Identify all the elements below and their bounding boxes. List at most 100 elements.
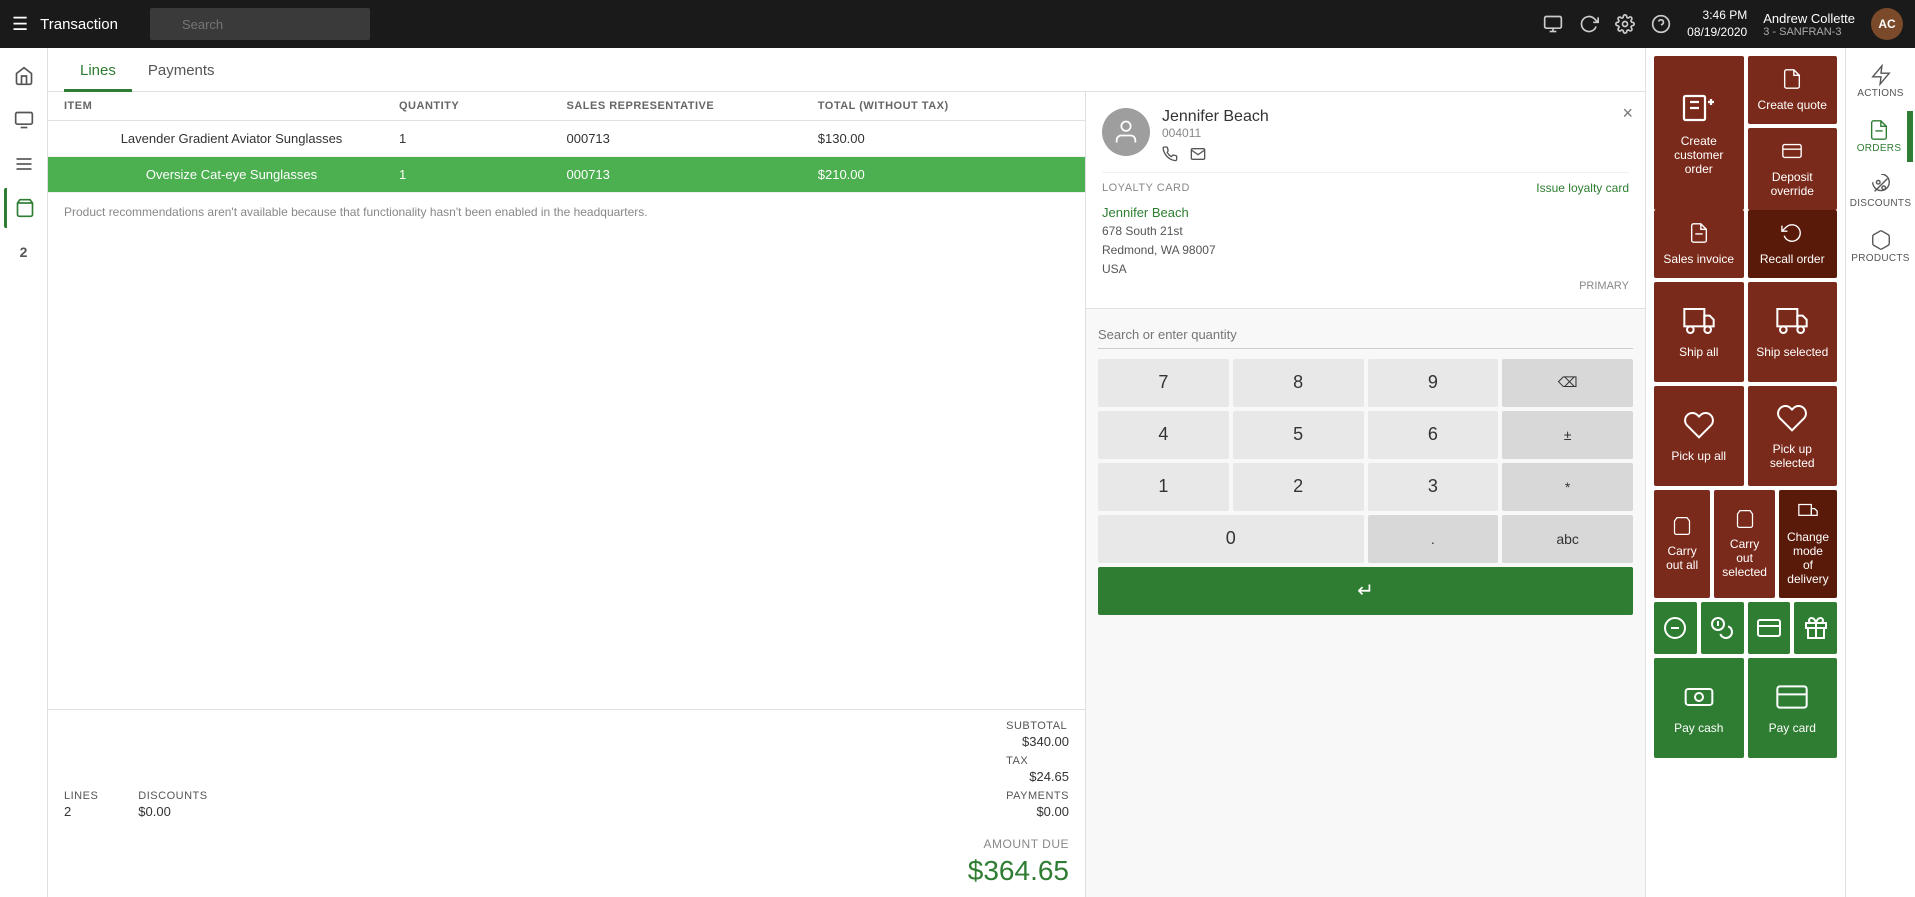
- multiply-btn[interactable]: *: [1502, 463, 1633, 511]
- payment-icon-3[interactable]: [1748, 602, 1791, 654]
- gift-icon: [1804, 616, 1828, 640]
- sidebar-transaction[interactable]: [4, 188, 44, 228]
- orders-icon-item[interactable]: ORDERS: [1849, 111, 1913, 162]
- lines-area: ITEM QUANTITY SALES REPRESENTATIVE TOTAL…: [48, 92, 1645, 897]
- change-mode-delivery-tile[interactable]: Change mode of delivery: [1779, 490, 1837, 598]
- topbar-user: Andrew Collette 3 - SANFRAN-3: [1763, 11, 1855, 38]
- customer-card: × Jennifer Beach 004011: [1086, 92, 1645, 309]
- pick-up-selected-tile[interactable]: Pick up selected: [1748, 386, 1838, 486]
- table-row[interactable]: Oversize Cat-eye Sunglasses 1 000713 $21…: [48, 157, 1085, 193]
- actions-icon-item[interactable]: ACTIONS: [1849, 56, 1913, 107]
- customer-detail: Jennifer Beach 678 South 21st Redmond, W…: [1102, 195, 1629, 292]
- tab-payments[interactable]: Payments: [132, 52, 231, 92]
- num-7-btn[interactable]: 7: [1098, 359, 1229, 407]
- summary-bottom: LINES 2 DISCOUNTS $0.00 SUBTOTAL $: [64, 720, 1069, 819]
- item-rep: 000713: [567, 131, 818, 146]
- app-title: Transaction: [40, 16, 118, 33]
- topbar-icons: 3:46 PM 08/19/2020 Andrew Collette 3 - S…: [1543, 7, 1903, 41]
- ship-selected-icon: [1776, 305, 1808, 337]
- col-rep: SALES REPRESENTATIVE: [567, 100, 818, 112]
- paycard-icon: [1776, 681, 1808, 713]
- subtotal-pair: SUBTOTAL $340.00 TAX $24.65 PAYMENTS $0.…: [1006, 720, 1069, 819]
- sales-invoice-tile[interactable]: Sales invoice: [1654, 210, 1744, 278]
- summary-left: LINES 2 DISCOUNTS $0.00: [64, 790, 208, 819]
- item-name: Lavender Gradient Aviator Sunglasses: [64, 131, 399, 146]
- sidebar-items[interactable]: [4, 100, 44, 140]
- recall-icon: [1781, 222, 1803, 244]
- create-customer-order-tile[interactable]: Create customer order: [1654, 56, 1744, 210]
- sidebar-home[interactable]: [4, 56, 44, 96]
- num-0-btn[interactable]: 0: [1098, 515, 1364, 563]
- backspace-btn[interactable]: ⌫: [1502, 359, 1633, 407]
- lines-section: ITEM QUANTITY SALES REPRESENTATIVE TOTAL…: [48, 92, 1085, 897]
- deposit-override-tile[interactable]: Deposit override: [1748, 128, 1838, 210]
- action-tiles: Create customer order Create quote Depos…: [1646, 48, 1845, 897]
- pick-up-all-tile[interactable]: Pick up all: [1654, 386, 1744, 486]
- customer-order-icon: [1681, 90, 1717, 126]
- search-input[interactable]: [150, 8, 370, 40]
- loyalty-row: LOYALTY CARD Issue loyalty card: [1102, 172, 1629, 195]
- discounts-icon: [1870, 174, 1892, 196]
- num-5-btn[interactable]: 5: [1233, 411, 1364, 459]
- issue-loyalty-btn[interactable]: Issue loyalty card: [1536, 181, 1629, 195]
- item-quantity: 1: [399, 131, 567, 146]
- email-icon[interactable]: [1190, 146, 1206, 162]
- decimal-btn[interactable]: .: [1368, 515, 1499, 563]
- pay-card-tile[interactable]: Pay card: [1748, 658, 1838, 758]
- pay-cash-tile[interactable]: Pay cash: [1654, 658, 1744, 758]
- carryout-selected-icon: [1735, 509, 1755, 529]
- close-customer-btn[interactable]: ×: [1622, 104, 1633, 122]
- payment-icon-2[interactable]: [1701, 602, 1744, 654]
- customer-avatar: [1102, 108, 1150, 156]
- primary-badge: PRIMARY: [1102, 280, 1629, 292]
- numpad-grid: 7 8 9 ⌫ 4 5 6 ± 1 2 3 *: [1098, 359, 1633, 615]
- table-header: ITEM QUANTITY SALES REPRESENTATIVE TOTAL…: [48, 92, 1085, 121]
- numpad-search-input[interactable]: [1098, 321, 1633, 349]
- create-quote-tile[interactable]: Create quote: [1748, 56, 1838, 124]
- carry-out-selected-tile[interactable]: Carry out selected: [1714, 490, 1775, 598]
- num-6-btn[interactable]: 6: [1368, 411, 1499, 459]
- plusminus-btn[interactable]: ±: [1502, 411, 1633, 459]
- ship-all-tile[interactable]: Ship all: [1654, 282, 1744, 382]
- num-4-btn[interactable]: 4: [1098, 411, 1229, 459]
- amount-due: AMOUNT DUE $364.65: [64, 823, 1069, 887]
- tab-lines[interactable]: Lines: [64, 52, 132, 92]
- num-3-btn[interactable]: 3: [1368, 463, 1499, 511]
- customer-name-link[interactable]: Jennifer Beach: [1102, 205, 1629, 220]
- deposit-icon: [1781, 140, 1803, 162]
- recall-order-tile[interactable]: Recall order: [1748, 210, 1838, 278]
- refresh-icon[interactable]: [1579, 14, 1599, 34]
- hamburger-menu[interactable]: ☰: [12, 14, 28, 35]
- sidebar-menu[interactable]: [4, 144, 44, 184]
- enter-btn[interactable]: ↵: [1098, 567, 1633, 615]
- customer-address: 678 South 21st Redmond, WA 98007 USA: [1102, 222, 1629, 280]
- payment-icon-1[interactable]: [1654, 602, 1697, 654]
- discounts-summary: DISCOUNTS $0.00: [138, 790, 207, 819]
- action-panel: Create customer order Create quote Depos…: [1645, 48, 1915, 897]
- numpad-area: 7 8 9 ⌫ 4 5 6 ± 1 2 3 *: [1086, 309, 1645, 897]
- num-1-btn[interactable]: 1: [1098, 463, 1229, 511]
- num-9-btn[interactable]: 9: [1368, 359, 1499, 407]
- customer-contacts: [1162, 146, 1269, 162]
- customer-id: 004011: [1162, 126, 1269, 140]
- ship-selected-tile[interactable]: Ship selected: [1748, 282, 1838, 382]
- sidebar-number[interactable]: 2: [4, 232, 44, 272]
- abc-btn[interactable]: abc: [1502, 515, 1633, 563]
- coins-icon: [1710, 616, 1734, 640]
- phone-icon[interactable]: [1162, 146, 1178, 162]
- item-quantity: 1: [399, 167, 567, 182]
- pickup-all-icon: [1683, 409, 1715, 441]
- settings-icon[interactable]: [1615, 14, 1635, 34]
- recommendation-text: Product recommendations aren't available…: [48, 193, 1085, 231]
- products-icon: [1870, 229, 1892, 251]
- screen-icon[interactable]: [1543, 14, 1563, 34]
- discounts-icon-item[interactable]: DISCOUNTS: [1849, 166, 1913, 217]
- help-icon[interactable]: [1651, 14, 1671, 34]
- payment-icon-4[interactable]: [1794, 602, 1837, 654]
- right-panel: × Jennifer Beach 004011: [1085, 92, 1645, 897]
- products-icon-item[interactable]: PRODUCTS: [1849, 221, 1913, 272]
- num-8-btn[interactable]: 8: [1233, 359, 1364, 407]
- table-row[interactable]: Lavender Gradient Aviator Sunglasses 1 0…: [48, 121, 1085, 157]
- carry-out-all-tile[interactable]: Carry out all: [1654, 490, 1710, 598]
- num-2-btn[interactable]: 2: [1233, 463, 1364, 511]
